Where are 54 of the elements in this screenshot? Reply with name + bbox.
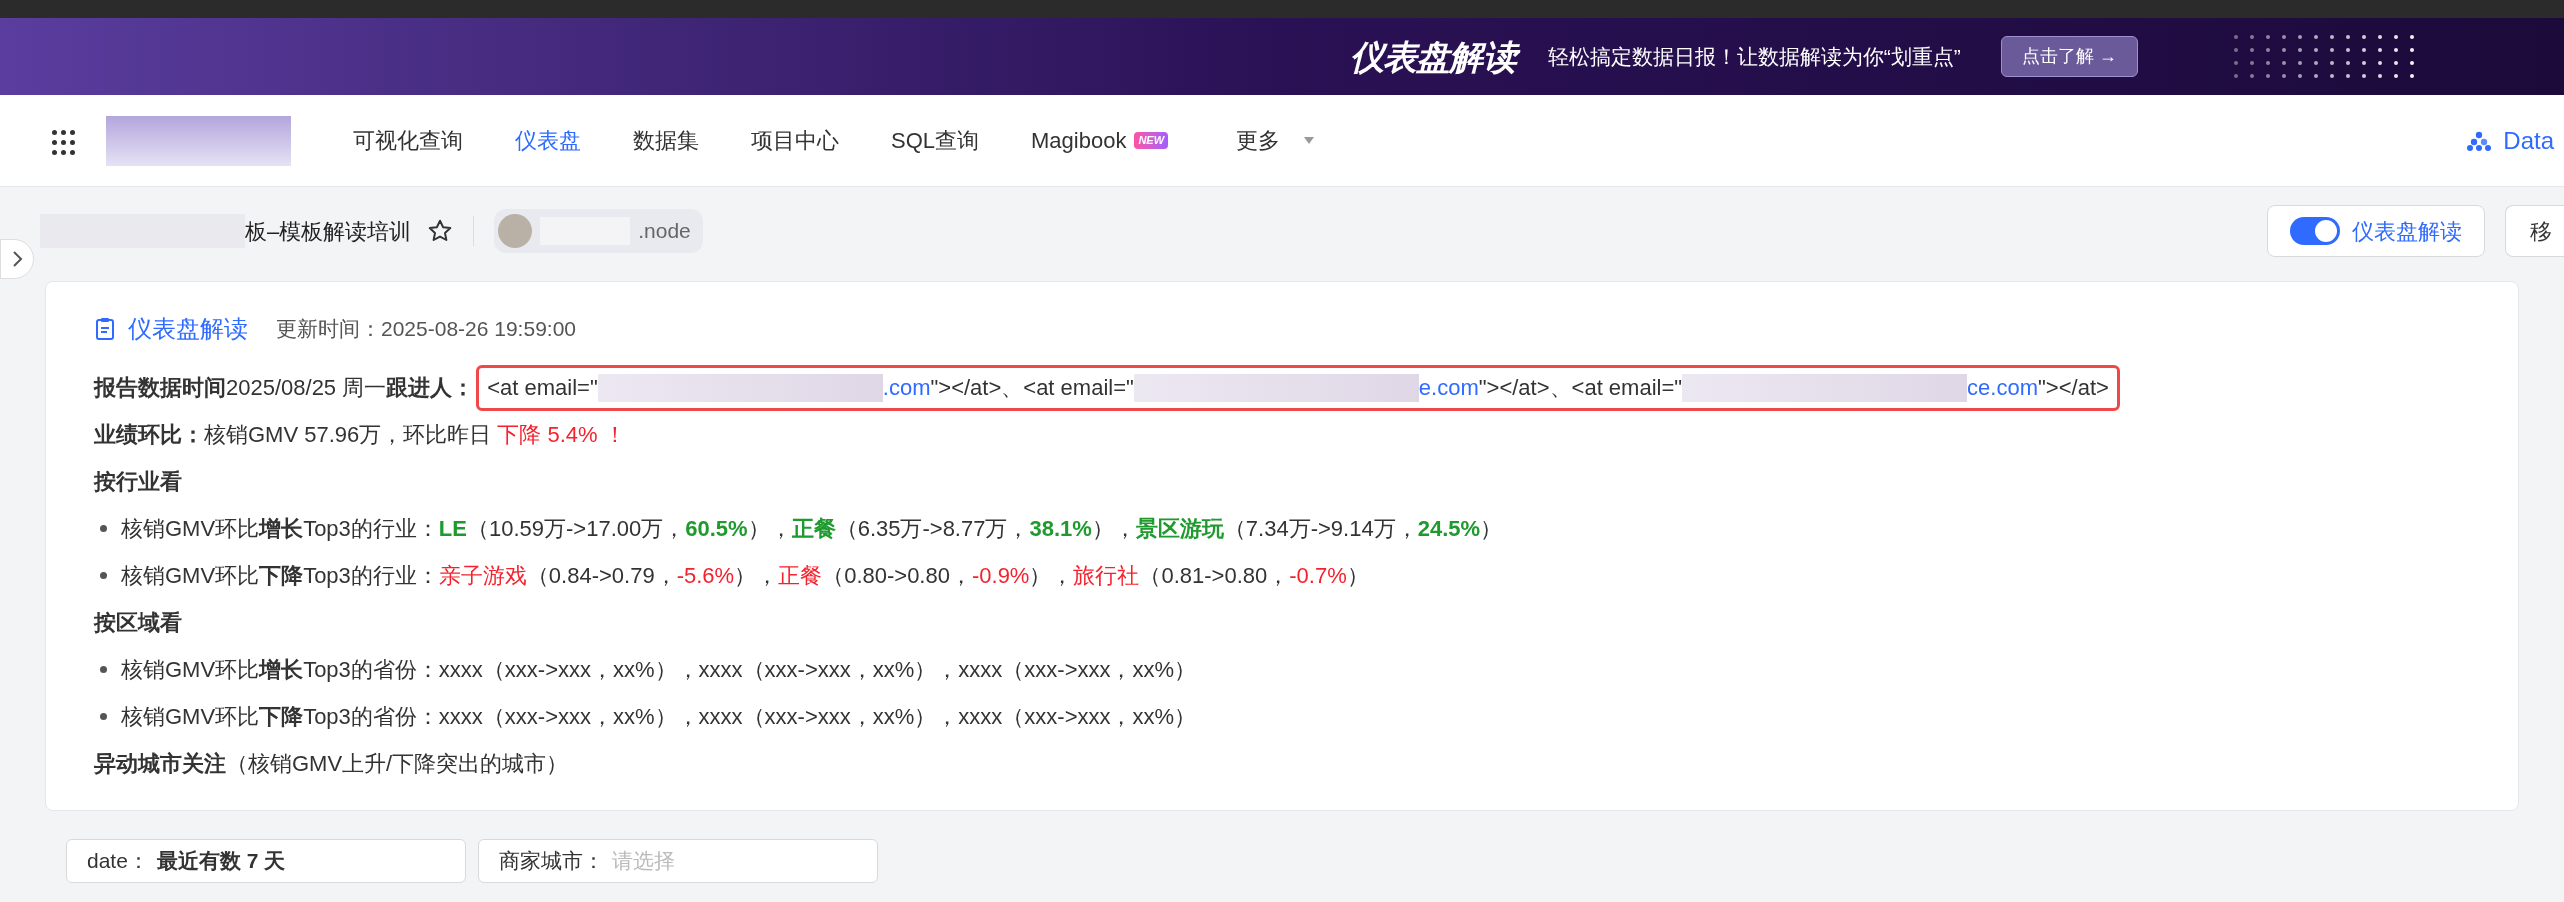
bullet-icon (100, 525, 107, 532)
owner-name: .node (638, 218, 691, 245)
section-heading: 异动城市关注（核销GMV上升/下降突出的城市） (94, 750, 569, 778)
filter-value: 最近有数 7 天 (156, 848, 286, 875)
bullet-icon (100, 713, 107, 720)
interpretation-toggle[interactable]: 仪表盘解读 (2267, 205, 2485, 257)
clipboard-icon (94, 317, 116, 341)
move-button[interactable]: 移 (2505, 205, 2564, 257)
follower-text: 报告数据时间 (94, 374, 226, 402)
update-time: 更新时间：2025-08-26 19:59:00 (276, 316, 576, 343)
new-badge: NEW (1134, 132, 1169, 149)
filter-field[interactable]: date： 最近有数 7 天 (66, 839, 466, 883)
banner-slogan: 轻松搞定数据日报！让数据解读为你“划重点” (1547, 43, 1961, 70)
learn-more-button[interactable]: 点击了解 → (2000, 36, 2138, 77)
email-link[interactable]: ce.com (1967, 371, 2039, 404)
bullet-line: 核销GMV环比下降Top3的行业：亲子游戏（0.84->0.79，-5.6%），正餐（0.80->0.80，-0.9%），旅行社（0.81->0.80，-0.7%） (121, 562, 1369, 590)
filter-label: 商家城市： (499, 848, 604, 875)
banner-title: 仪表盘解读 (1350, 32, 1524, 81)
follower-text: 2025/08/25 周一 (226, 374, 387, 402)
follower-text: <at email=" (487, 374, 598, 402)
bullet-line: 核销GMV环比下降Top3的省份：xxxx（xxx->xxx，xx%），xxxx（xxx->xxx，xx%），xxxx（xxx->xxx，xx%） (121, 703, 1197, 731)
star-icon[interactable] (427, 218, 454, 244)
nav-item[interactable]: SQL查询 (891, 124, 980, 157)
nav-item[interactable]: 数据集 (633, 124, 699, 157)
dashboard-title: 板–模板解读培训 (245, 217, 412, 246)
email-link[interactable]: .com (882, 371, 931, 404)
follower-text: 跟进人： (386, 374, 475, 402)
expand-sidebar-button[interactable] (0, 239, 34, 279)
filter-placeholder: 请选择 (612, 848, 675, 875)
summary-line: 业绩环比：核销GMV 57.96万，环比昨日 下降 5.4% ！ (94, 421, 626, 449)
brand-name: Data (2503, 125, 2555, 156)
filter-label: date： (87, 848, 149, 875)
email-link[interactable]: e.com (1418, 371, 1479, 404)
bullet-line: 核销GMV环比增长Top3的行业：LE（10.59万->17.00万，60.5%），正餐（6.35万->8.77万，38.1%），景区游玩（7.34万->9.14万，24.5%） (121, 515, 1503, 543)
nav-item[interactable]: Magibook NEW (1031, 124, 1169, 157)
section-heading: 按区域看 (94, 609, 182, 637)
bullet-line: 核销GMV环比增长Top3的省份：xxxx（xxx->xxx，xx%），xxxx（xxx->xxx，xx%），xxxx（xxx->xxx，xx%） (121, 656, 1197, 684)
section-heading: 按行业看 (94, 468, 182, 496)
avatar-icon (498, 214, 533, 248)
nav-item[interactable]: 可视化查询 (353, 124, 463, 157)
bullet-icon (100, 572, 107, 579)
bullet-icon (100, 666, 107, 673)
nav-item[interactable]: 项目中心 (751, 124, 839, 157)
brand-logo-icon (2467, 130, 2492, 151)
filter-field[interactable]: 商家城市： 请选择 (478, 839, 878, 883)
chevron-right-icon (11, 250, 23, 268)
owner-chip[interactable]: .node (494, 209, 703, 253)
follower-text: "></at>、<at email=" (1478, 374, 1683, 402)
panel-title: 仪表盘解读 (128, 314, 248, 344)
follower-text: "></at>、<at email=" (930, 374, 1134, 402)
nav-item[interactable]: 更多 (1236, 124, 1315, 157)
nav-item[interactable]: 仪表盘 (515, 124, 581, 157)
follower-text: "></at> (2038, 374, 2109, 402)
apps-grid-icon[interactable] (52, 129, 74, 152)
